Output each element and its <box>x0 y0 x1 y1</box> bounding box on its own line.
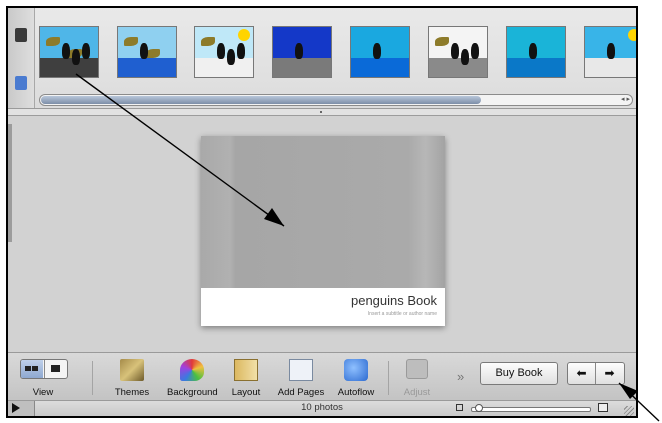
thumbnail-ground <box>195 58 253 77</box>
zoom-small-icon[interactable] <box>456 404 463 411</box>
two-page-view-button[interactable] <box>21 360 43 378</box>
add-pages-label: Add Pages <box>277 387 325 398</box>
penguin-shape <box>217 43 225 59</box>
window-resize-grip[interactable] <box>624 406 634 416</box>
page-navigation: ⬅ ➡ <box>567 362 625 385</box>
themes-button[interactable]: Themes <box>115 357 149 399</box>
strip-tools <box>8 8 35 108</box>
page-thumbnails <box>39 26 636 80</box>
pages-icon[interactable] <box>15 28 27 42</box>
book-canvas: penguins Book Insert a subtitle or autho… <box>8 116 636 352</box>
layout-icon <box>234 359 258 381</box>
page-thumbnail[interactable] <box>117 26 177 78</box>
background-label: Background <box>167 387 218 398</box>
bird-shape <box>146 49 160 58</box>
page-thumbnail[interactable] <box>584 26 636 78</box>
adjust-label: Adjust <box>403 387 431 398</box>
background-icon <box>180 359 204 381</box>
layout-button[interactable]: Layout <box>231 357 261 399</box>
scrollbar-thumb[interactable] <box>41 96 481 104</box>
penguin-shape <box>227 49 235 65</box>
layout-label: Layout <box>231 387 261 398</box>
sun-shape <box>628 29 636 41</box>
scroll-arrows[interactable]: ◂ ▸ <box>621 95 630 105</box>
toolbar-separator <box>388 361 389 395</box>
sun-shape <box>238 29 250 41</box>
autoflow-label: Autoflow <box>337 387 375 398</box>
thumbnail-ground <box>40 58 98 77</box>
cover-text-area[interactable]: penguins Book Insert a subtitle or autho… <box>201 288 445 326</box>
penguin-shape <box>62 43 70 59</box>
photo-browser-strip: ◂ ▸ <box>8 8 636 109</box>
previous-page-button[interactable]: ⬅ <box>568 363 596 384</box>
penguin-shape <box>237 43 245 59</box>
penguin-shape <box>451 43 459 59</box>
view-label: View <box>32 387 54 398</box>
penguin-shape <box>72 49 80 65</box>
zoom-large-icon[interactable] <box>598 403 608 412</box>
single-page-view-button[interactable] <box>44 360 67 378</box>
autoflow-button[interactable]: Autoflow <box>338 357 374 399</box>
bird-shape <box>435 37 449 46</box>
toolbar-separator <box>92 361 93 395</box>
zoom-slider-knob[interactable] <box>475 404 483 412</box>
iphoto-window: ◂ ▸ penguins Book Insert a subtitle or a… <box>6 6 638 418</box>
page-thumbnail[interactable] <box>272 26 332 78</box>
book-title[interactable]: penguins Book <box>351 293 437 308</box>
book-subtitle[interactable]: Insert a subtitle or author name <box>368 311 437 317</box>
adjust-button[interactable]: Adjust <box>402 357 432 399</box>
zoom-slider-track[interactable] <box>471 407 591 412</box>
adjust-icon <box>406 359 428 379</box>
penguin-shape <box>607 43 615 59</box>
penguin-shape <box>295 43 303 59</box>
thumbnail-ground <box>118 58 176 77</box>
thumbnail-ground <box>351 58 409 77</box>
splitter-grip[interactable] <box>320 111 322 113</box>
penguin-shape <box>373 43 381 59</box>
add-pages-icon <box>289 359 313 381</box>
penguin-shape <box>471 43 479 59</box>
buy-book-button[interactable]: Buy Book <box>480 362 558 385</box>
view-segmented-control[interactable] <box>20 359 68 379</box>
thumbnail-ground <box>585 58 636 77</box>
page-thumbnail[interactable] <box>194 26 254 78</box>
page-thumbnail[interactable] <box>39 26 99 78</box>
bottom-toolbar: View Themes Background Layout Add Pages … <box>8 352 636 401</box>
layers-icon[interactable] <box>15 76 27 90</box>
view-control: View <box>20 357 68 399</box>
penguin-shape <box>140 43 148 59</box>
page-thumbnail[interactable] <box>350 26 410 78</box>
penguin-shape <box>529 43 537 59</box>
page-thumbnail[interactable] <box>428 26 488 78</box>
themes-label: Themes <box>114 387 150 398</box>
themes-icon <box>120 359 144 381</box>
status-bar: 10 photos <box>8 400 636 416</box>
thumbnail-ground <box>273 58 331 77</box>
bird-shape <box>46 37 60 46</box>
next-page-button[interactable]: ➡ <box>596 363 623 384</box>
bird-shape <box>201 37 215 46</box>
autoflow-icon <box>344 359 368 381</box>
penguin-shape <box>82 43 90 59</box>
add-pages-button[interactable]: Add Pages <box>278 357 324 399</box>
thumbnail-ground <box>429 58 487 77</box>
more-tools-chevron[interactable]: » <box>457 369 464 384</box>
penguin-shape <box>461 49 469 65</box>
thumbnail-ground <box>507 58 565 77</box>
book-cover-preview[interactable]: penguins Book Insert a subtitle or autho… <box>201 136 445 326</box>
cover-photo-area[interactable] <box>201 136 445 288</box>
pane-splitter[interactable] <box>8 109 636 116</box>
horizontal-scrollbar[interactable]: ◂ ▸ <box>39 94 633 106</box>
background-button[interactable]: Background <box>167 357 218 399</box>
bird-shape <box>124 37 138 46</box>
page-thumbnail[interactable] <box>506 26 566 78</box>
canvas-left-edge <box>8 124 12 242</box>
